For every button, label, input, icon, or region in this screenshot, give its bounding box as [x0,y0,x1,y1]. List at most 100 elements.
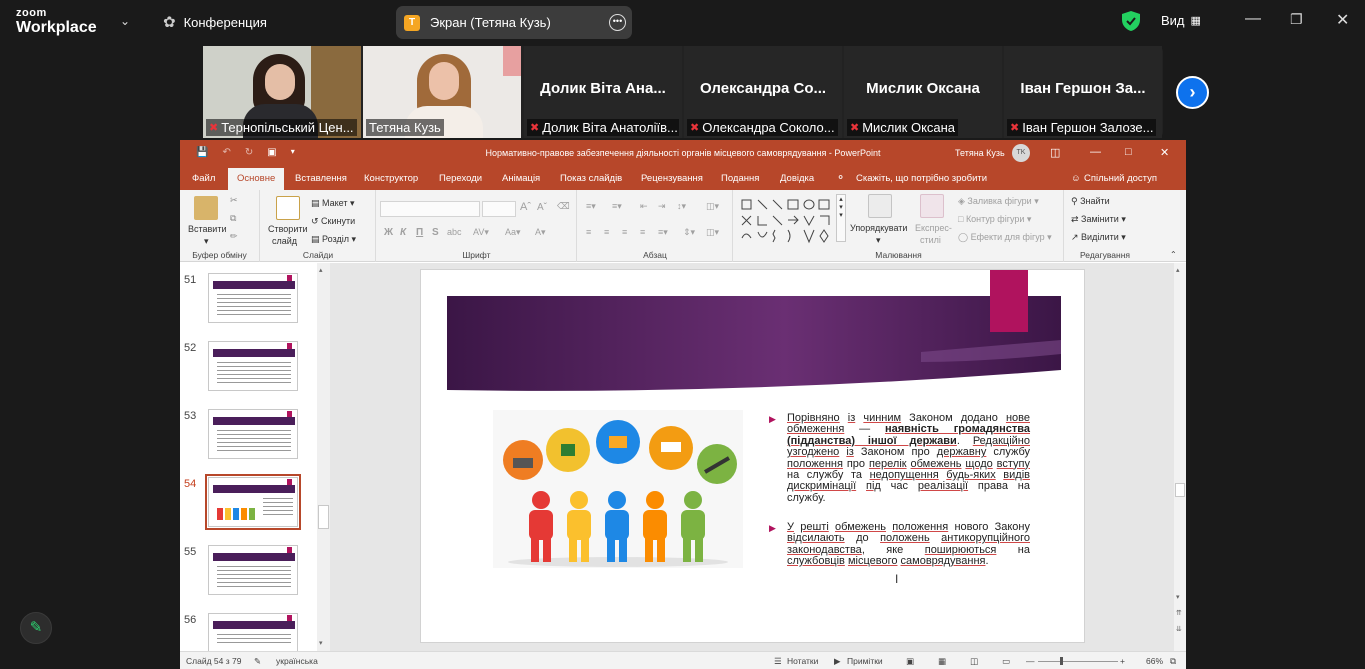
participant-tile[interactable]: ✖ Тернопільський Цен... [203,46,361,138]
numbering-icon[interactable]: ≡▾ [612,201,622,212]
italic-button[interactable]: К [400,227,406,238]
line-spacing-icon[interactable]: ↕▾ [677,201,686,212]
section-button[interactable]: ▤ Розділ ▾ [311,234,356,245]
minimize-icon[interactable]: — [1090,146,1101,158]
shape-effects-button[interactable]: ◯ Ефекти для фігур ▾ [958,232,1052,243]
smartart-icon[interactable]: ◫▾ [706,227,719,238]
thumbnails-scrollbar[interactable]: ▴ ▾ [317,263,330,651]
bold-button[interactable]: Ж [384,227,393,238]
participant-tile-active[interactable]: Тетяна Кузь [363,46,521,138]
quick-styles-button[interactable]: Експрес- [915,223,952,233]
tab-design[interactable]: Конструктор [364,173,418,184]
strikethrough-button[interactable]: S [432,227,439,238]
participant-tile[interactable]: Іван Гершон За... ✖ Іван Гершон Залозе... [1004,46,1162,138]
paste-icon[interactable] [194,196,218,220]
cut-icon[interactable]: ✂ [230,195,238,206]
align-right-icon[interactable]: ≡ [622,227,627,237]
char-spacing-icon[interactable]: AV▾ [473,227,489,238]
meeting-menu-button[interactable]: ✿ Конференция [163,13,267,31]
new-slide-icon[interactable] [276,196,300,220]
slideshow-view-icon[interactable]: ▭ [1002,656,1010,667]
bullet-paragraph-2[interactable]: ▶ У решті обмежень положення нового Зако… [769,521,1030,568]
tab-view[interactable]: Подання [721,173,759,184]
tab-help[interactable]: Довідка [780,173,814,184]
zoom-in-icon[interactable]: + [1120,656,1125,666]
slide-thumbnail[interactable]: 53 [180,405,330,465]
zoom-logo[interactable]: zoom Workplace [16,8,97,36]
slide-thumbnail[interactable]: 55 [180,541,330,601]
shape-outline-button[interactable]: □ Контур фігури ▾ [958,214,1031,225]
shapes-gallery-icon[interactable] [740,198,840,246]
participant-tile[interactable]: Мислик Оксана ✖ Мислик Оксана [844,46,1002,138]
more-options-icon[interactable]: ••• [609,14,626,31]
slide-thumbnail[interactable]: 52 [180,337,330,397]
participant-tile[interactable]: Долик Віта Ана... ✖ Долик Віта Анатоліїв.… [524,46,682,138]
arrange-dropdown-icon[interactable]: ▾ [876,235,881,246]
layout-button[interactable]: ▤ Макет ▾ [311,198,355,209]
reading-view-icon[interactable]: ◫ [970,656,978,667]
notes-button[interactable]: Нотатки [787,656,818,666]
underline-button[interactable]: П [416,227,423,238]
font-name-input[interactable] [380,201,480,217]
participant-tile[interactable]: Олександра Со... ✖ Олександра Соколо... [684,46,842,138]
change-case-icon[interactable]: Aa▾ [505,227,521,238]
char-spacing-icon[interactable]: abc [447,227,462,237]
clear-formatting-icon[interactable]: ⌫ [557,201,570,212]
tab-transitions[interactable]: Переходи [439,173,482,184]
copy-icon[interactable]: ⧉ [230,213,236,224]
arrange-button[interactable]: Упорядкувати [850,223,907,233]
user-name[interactable]: Тетяна Кузь [955,148,1005,158]
screen-share-pill[interactable]: T Экран (Тетяна Кузь) ••• [396,6,632,39]
tab-animations[interactable]: Анімація [502,173,540,184]
restore-icon[interactable]: ❐ [1290,11,1303,28]
avatar[interactable]: TK [1012,144,1030,162]
editor-scrollbar[interactable]: ▴ ▾ ⇈ ⇊ [1174,263,1186,651]
zoom-slider[interactable] [1038,661,1118,662]
align-center-icon[interactable]: ≡ [604,227,609,237]
increase-indent-icon[interactable]: ⇥ [658,201,666,212]
tab-insert[interactable]: Вставлення [295,173,347,184]
zoom-level[interactable]: 66% [1146,656,1163,666]
shapes-scroll-icon[interactable]: ▴ ▾ ▾ [836,194,846,242]
chevron-down-icon[interactable]: ⌄ [120,14,130,28]
paste-dropdown-icon[interactable]: ▾ [204,236,209,247]
slide-editor-canvas[interactable]: ▶ Порівняно із чинним Законом додано нов… [330,263,1174,651]
columns-icon[interactable]: ◫▾ [706,201,719,212]
normal-view-icon[interactable]: ▣ [906,656,914,667]
decrease-indent-icon[interactable]: ⇤ [640,201,648,212]
notes-icon[interactable]: ☰ [774,656,782,667]
format-painter-icon[interactable]: ✏ [230,231,238,242]
align-left-icon[interactable]: ≡ [586,227,591,237]
current-slide[interactable]: ▶ Порівняно із чинним Законом додано нов… [420,269,1085,643]
shape-fill-button[interactable]: ◈ Заливка фігури ▾ [958,196,1039,207]
shrink-font-icon[interactable]: Aˇ [537,202,547,213]
slide-thumbnail-selected[interactable]: 54 [180,473,330,533]
spellcheck-icon[interactable]: ✎ [254,656,261,667]
view-button[interactable]: Вид ▦ [1161,13,1201,28]
distributed-icon[interactable]: ≡▾ [658,227,668,238]
tab-slideshow[interactable]: Показ слайдів [560,173,622,184]
quick-styles-icon[interactable] [920,194,944,218]
zoom-out-icon[interactable]: — [1026,656,1035,666]
tell-me-search[interactable]: Скажіть, що потрібно зробити [856,173,987,184]
maximize-icon[interactable]: □ [1125,146,1132,158]
slide-thumbnail[interactable]: 51 [180,269,330,329]
close-icon[interactable]: ✕ [1336,10,1349,30]
language-indicator[interactable]: українська [276,656,318,666]
tab-home[interactable]: Основне [228,168,285,190]
tab-file[interactable]: Файл [192,173,215,184]
ribbon-display-icon[interactable]: ◫ [1050,146,1060,159]
replace-button[interactable]: ⇄ Замінити ▾ [1071,214,1126,225]
zoom-slider-thumb[interactable] [1060,657,1063,665]
paste-button[interactable]: Вставити [188,224,227,234]
next-participants-icon[interactable]: › [1176,76,1209,109]
font-color-icon[interactable]: A▾ [535,227,546,238]
new-slide-button[interactable]: Створити [268,224,308,234]
comments-button[interactable]: Примітки [847,656,883,666]
collapse-ribbon-icon[interactable]: ⌃ [1170,250,1177,259]
security-shield-icon[interactable] [1122,11,1140,31]
text-direction-icon[interactable]: ⇕▾ [683,227,695,238]
comments-icon[interactable]: ▶ [834,656,841,667]
grow-font-icon[interactable]: Aˆ [520,201,531,213]
share-button[interactable]: Спільний доступ [1084,173,1157,184]
